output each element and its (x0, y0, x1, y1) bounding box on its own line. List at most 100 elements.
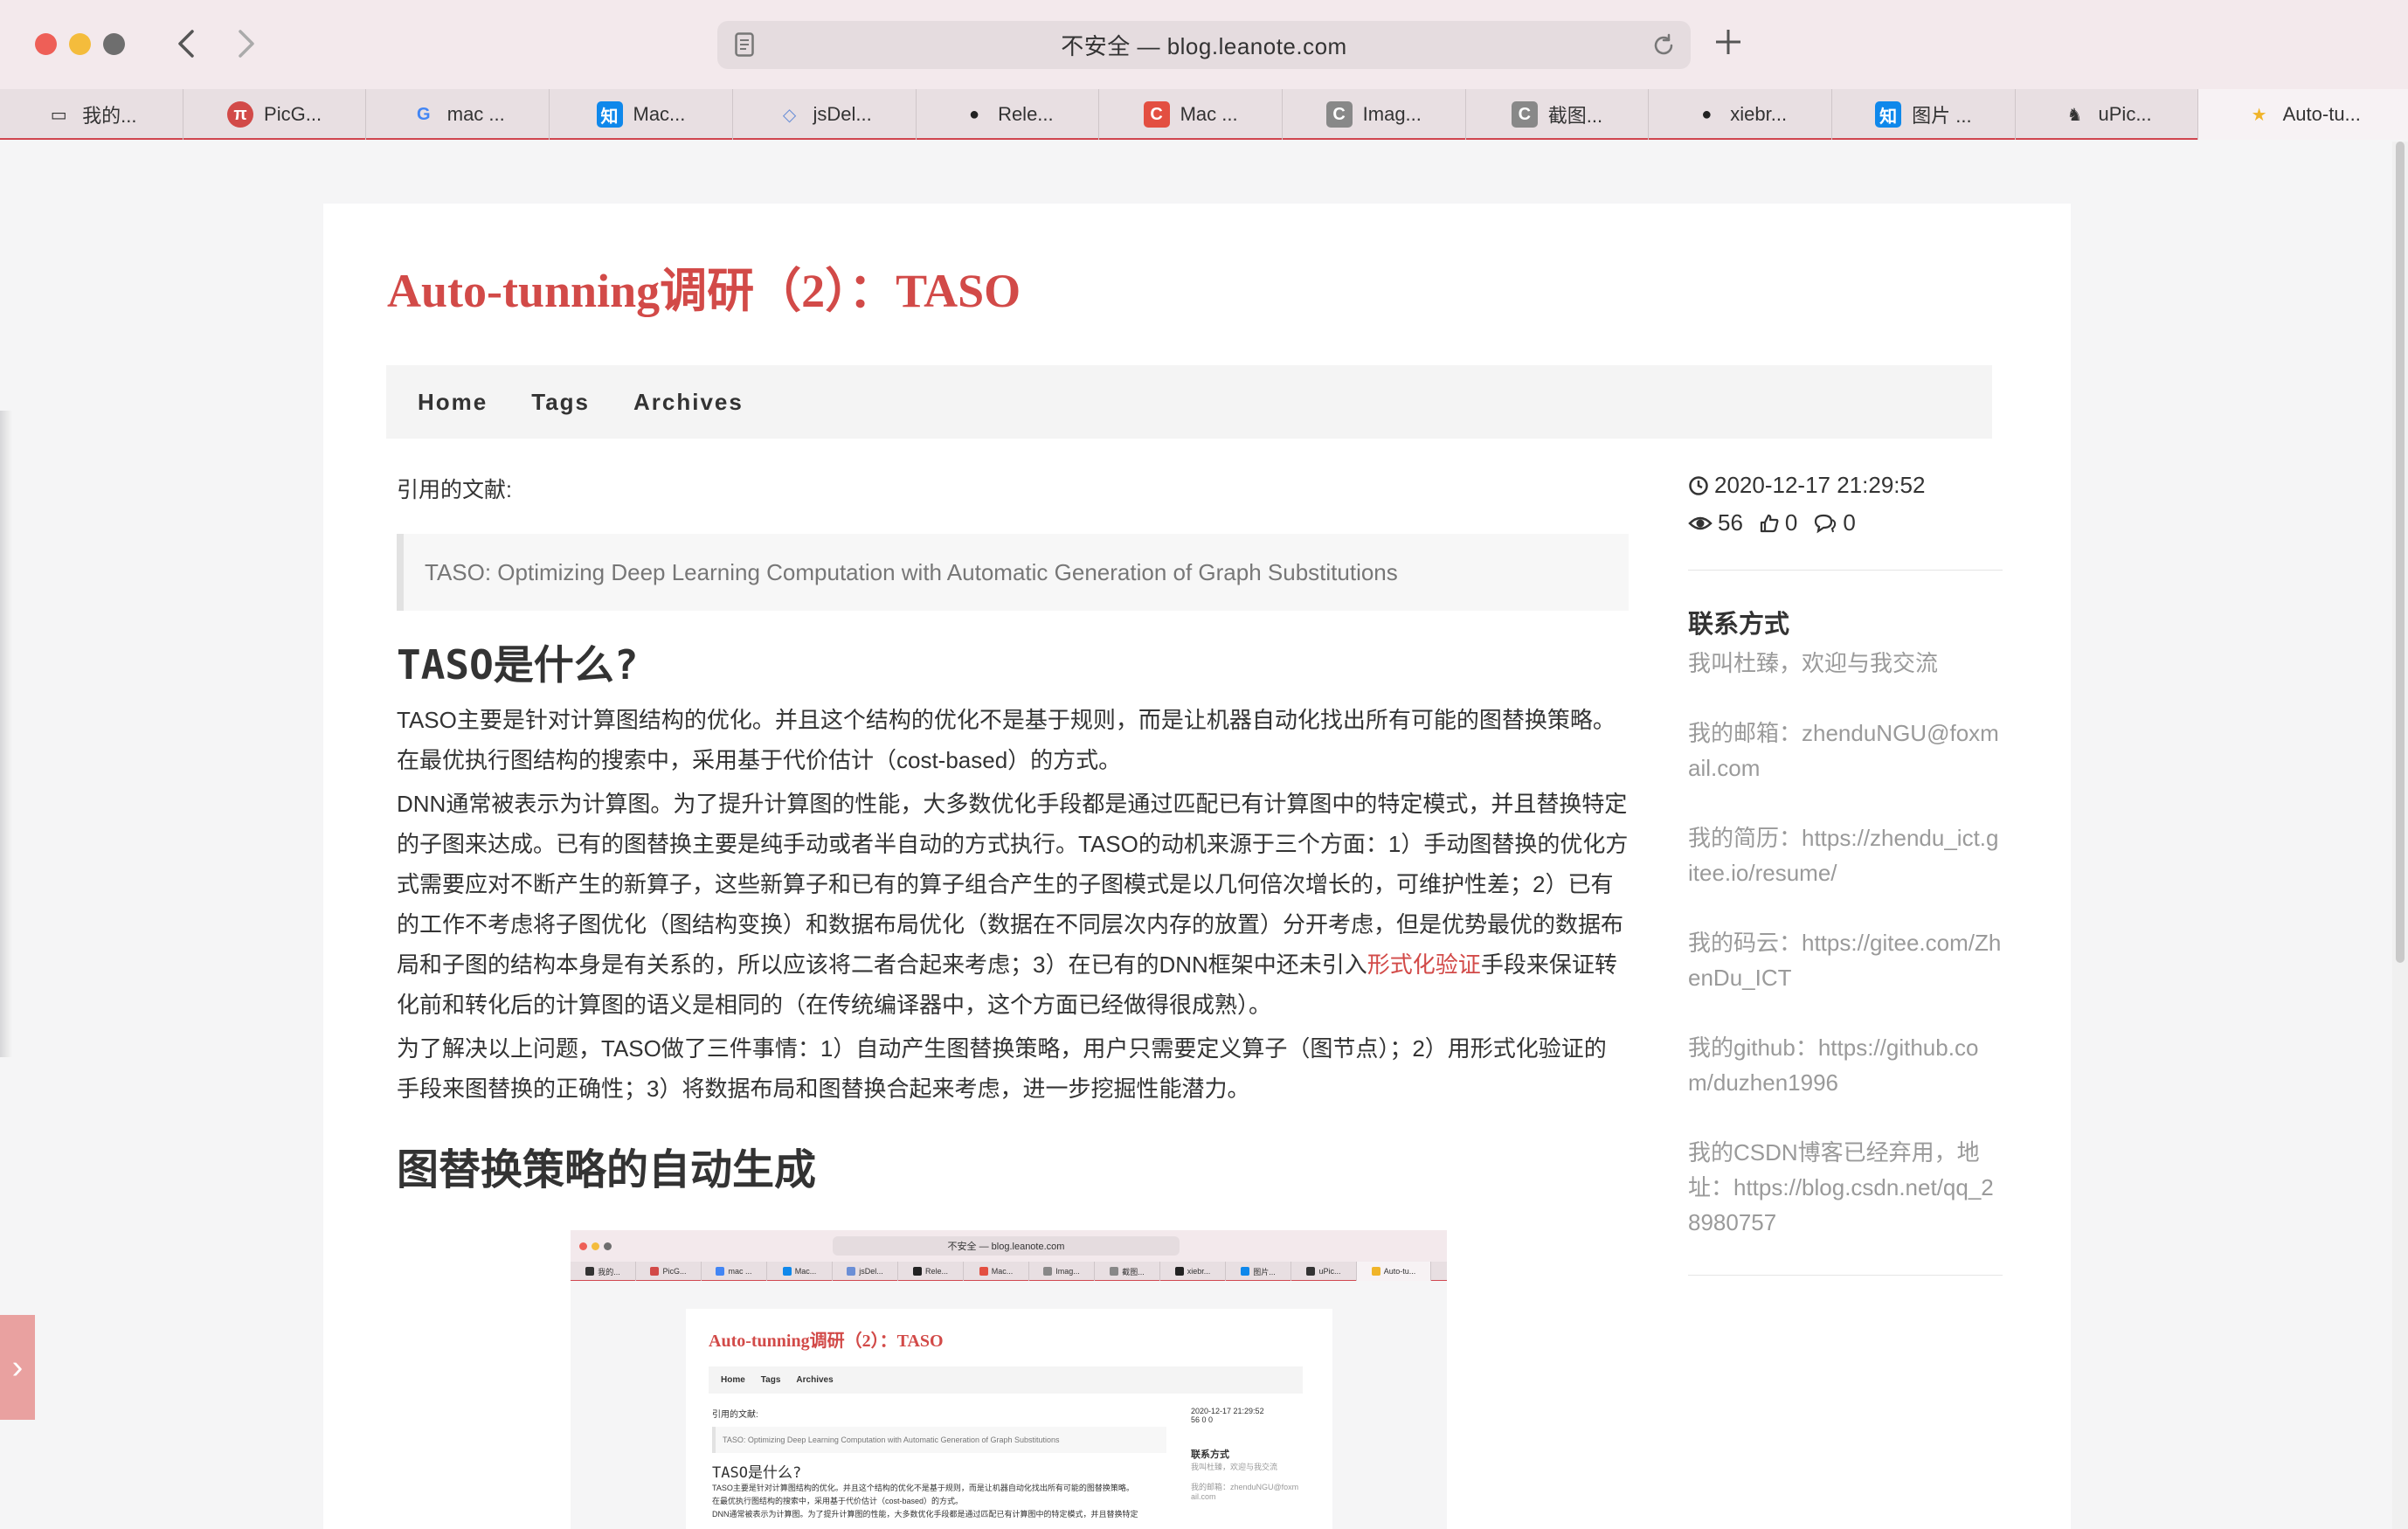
paragraph-solution: 为了解决以上问题，TASO做了三件事情：1）自动产生图替换策略，用户只需要定义算… (397, 1035, 1607, 1102)
google-icon: G (416, 104, 431, 124)
contact-gitee[interactable]: 我的码云：https://gitee.com/ZhenDu_ICT (1688, 925, 2003, 995)
formal-verification-link[interactable]: 形式化验证 (1367, 951, 1481, 978)
embedded-tab-label: Mac... (794, 1267, 817, 1276)
bookmark-icon: ▭ (50, 105, 67, 125)
embedded-email-line: ail.com (1191, 1492, 1216, 1501)
embedded-menu-item: Archives (796, 1375, 834, 1385)
browser-tab-label: uPic... (2098, 103, 2152, 125)
browser-tab[interactable]: C Imag... (1283, 89, 1466, 140)
browser-tab[interactable]: ★ Auto-tu... (2198, 89, 2408, 140)
minimize-window-button[interactable] (69, 33, 91, 55)
embedded-tab: Rele... (898, 1262, 964, 1281)
browser-tab[interactable]: ● xiebr... (1649, 89, 1833, 140)
embedded-browser-chrome: 不安全 — blog.leanote.com (571, 1230, 1447, 1262)
zoom-window-button[interactable] (103, 33, 125, 55)
embedded-tab-icon (782, 1267, 792, 1276)
embedded-tab-label: 截图... (1122, 1267, 1145, 1276)
contact-email[interactable]: 我的邮箱：zhenduNGU@foxmail.com (1688, 716, 2003, 785)
contact-intro: 我叫杜臻，欢迎与我交流 (1688, 650, 1939, 676)
browser-titlebar: 不安全 — blog.leanote.com (0, 0, 2408, 89)
embedded-tab-label: 图片... (1253, 1267, 1276, 1276)
cite-label: 引用的文献: (397, 478, 512, 502)
page-icon (735, 32, 754, 57)
clock-icon (1689, 475, 1708, 495)
browser-tab-label: PicG... (264, 103, 322, 125)
contact-resume[interactable]: 我的简历：https://zhendu_ict.gitee.io/resume/ (1688, 820, 2003, 890)
new-tab-plus-icon[interactable] (1711, 24, 1746, 59)
c-icon: C (1325, 101, 1353, 128)
comments-stat[interactable]: 0 (1813, 509, 1856, 536)
embedded-tab-label: Imag... (1055, 1267, 1080, 1276)
contact-csdn[interactable]: 我的CSDN博客已经弃用，地址：https://blog.csdn.net/qq… (1688, 1135, 2003, 1240)
address-bar[interactable]: 不安全 — blog.leanote.com (717, 21, 1691, 69)
comments-count: 0 (1843, 509, 1856, 536)
embedded-menu: Home Tags Archives (709, 1366, 1303, 1394)
blog-title[interactable]: Auto-tunning调研（2）：TASO (387, 252, 1021, 321)
embedded-tab-icon (1241, 1267, 1250, 1276)
embedded-tab: 图片... (1226, 1262, 1291, 1281)
browser-tab[interactable]: ◇ jsDel... (733, 89, 917, 140)
browser-tab-label: jsDel... (813, 103, 872, 125)
embedded-title: Auto-tunning调研（2）：TASO (709, 1332, 944, 1351)
embedded-tab: PicG... (636, 1262, 702, 1281)
embedded-tab: mac ... (702, 1262, 767, 1281)
menu-home[interactable]: Home (418, 389, 488, 416)
embedded-tab-label: jsDel... (859, 1267, 883, 1276)
embedded-tab-icon (1306, 1267, 1316, 1276)
embedded-contact-title: 联系方式 (1191, 1449, 1229, 1460)
zhihu-icon: 知 (596, 101, 623, 128)
browser-tab[interactable]: Gmac ... (366, 89, 550, 140)
contact-title: 联系方式 (1688, 611, 1790, 639)
embedded-contact-intro: 我叫杜臻，欢迎与我交流 (1191, 1463, 1278, 1471)
browser-tab-label: Auto-tu... (2282, 103, 2361, 125)
embedded-menu-item: Tags (760, 1375, 781, 1385)
browser-tab[interactable]: π PicG... (183, 89, 367, 140)
zhihu-icon: 知 (1875, 101, 1902, 128)
embedded-cite: 引用的文献: (712, 1410, 758, 1420)
contact-github[interactable]: 我的github：https://github.com/duzhen1996 (1688, 1030, 2003, 1100)
sidebar-toggle-button[interactable]: › (0, 1315, 35, 1420)
close-window-button[interactable] (35, 33, 57, 55)
browser-tab[interactable]: 知 Mac... (550, 89, 733, 140)
sidebar-divider (1688, 570, 2003, 571)
embedded-tab: Mac... (964, 1262, 1029, 1281)
heading-auto-generation: 图替换策略的自动生成 (397, 1147, 817, 1193)
browser-tab[interactable]: ● Rele... (917, 89, 1100, 140)
post-date: 2020-12-17 21:29:52 (1688, 472, 2003, 499)
embedded-tab-label: 我的... (598, 1267, 620, 1276)
back-button[interactable] (167, 23, 205, 65)
browser-tab[interactable]: C 截图... (1466, 89, 1650, 140)
browser-tab[interactable]: ▭ 我的... (0, 89, 183, 140)
github-icon: ● (969, 104, 980, 124)
embedded-tab: uPic... (1291, 1262, 1357, 1281)
scrollbar-thumb[interactable] (2396, 142, 2405, 963)
embedded-tab: 我的... (571, 1262, 636, 1281)
views-count: 56 (1718, 509, 1743, 536)
embedded-url: 不安全 — blog.leanote.com (833, 1236, 1180, 1256)
views-stat: 56 (1688, 509, 1743, 536)
embedded-dot (579, 1242, 587, 1250)
browser-tab-label: 截图... (1547, 105, 1603, 127)
embedded-tab: Mac... (767, 1262, 833, 1281)
embedded-tab-label: xiebr... (1187, 1267, 1211, 1276)
reload-icon[interactable] (1650, 32, 1677, 59)
paragraph-text: DNN通常被表示为计算图。为了提升计算图的性能，大多数优化手段都是通过匹配已有计… (397, 791, 1629, 978)
c-icon: C (1511, 101, 1538, 128)
embedded-tab-label: Mac... (991, 1267, 1014, 1276)
menu-archives[interactable]: Archives (633, 389, 744, 416)
paragraph-intro: TASO主要是针对计算图结构的优化。并且这个结构的优化不是基于规则，而是让机器自… (397, 707, 1616, 773)
browser-tab[interactable]: C Mac ... (1099, 89, 1283, 140)
likes-stat[interactable]: 0 (1759, 509, 1797, 536)
browser-tab[interactable]: 知图片 ... (1832, 89, 2016, 140)
menu-tags[interactable]: Tags (531, 389, 590, 416)
embedded-tab: Auto-tu... (1357, 1262, 1431, 1281)
star-icon: ★ (2251, 105, 2267, 125)
embedded-tab: Imag... (1029, 1262, 1095, 1281)
embedded-line: DNN通常被表示为计算图。为了提升计算图的性能，大多数优化手段都是通过匹配已有计… (712, 1510, 1138, 1519)
embedded-heading: TASO是什么? (712, 1464, 802, 1482)
embedded-tab-icon (912, 1267, 922, 1276)
embedded-tab-strip: 我的... PicG... mac ... Mac... jsDel... Rele...… (571, 1262, 1447, 1281)
browser-tab[interactable]: ♞ uPic... (2016, 89, 2199, 140)
forward-button[interactable] (227, 23, 266, 65)
url-text: 不安全 — blog.leanote.com (1061, 33, 1347, 59)
